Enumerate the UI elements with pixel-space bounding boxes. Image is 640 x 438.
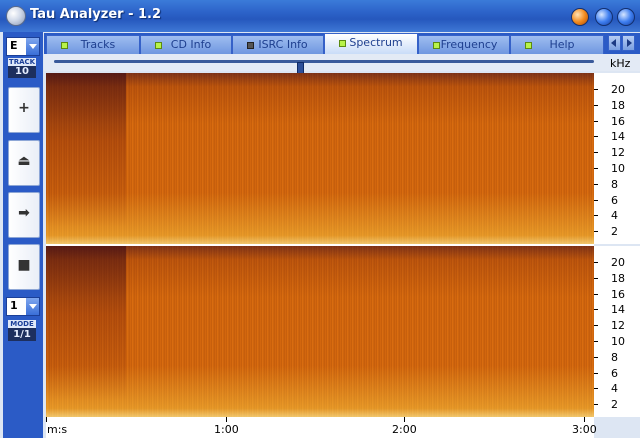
time-tick-label: 2:00 bbox=[392, 423, 417, 436]
tab-label: Tracks bbox=[80, 38, 116, 51]
frequency-tick-label: 14 bbox=[611, 130, 625, 144]
frequency-tick bbox=[594, 293, 598, 295]
frequency-tick-label: 8 bbox=[611, 350, 618, 364]
time-tick-label: m:s bbox=[47, 423, 68, 436]
eject-button[interactable]: ⏏ bbox=[8, 140, 40, 186]
time-tick bbox=[404, 417, 405, 422]
time-tick bbox=[226, 417, 227, 422]
frequency-tick bbox=[594, 388, 598, 390]
maximize-button[interactable] bbox=[595, 8, 613, 26]
frequency-tick-label: 14 bbox=[611, 303, 625, 317]
frequency-tick-label: 18 bbox=[611, 271, 625, 285]
tab-label: Help bbox=[549, 38, 575, 51]
time-axis: m:s 1:00 2:00 3:00 bbox=[46, 417, 597, 438]
frequency-axis-top: 20 18 16 14 12 10 8 6 4 2 bbox=[594, 73, 640, 244]
play-button[interactable]: ➡ bbox=[8, 192, 40, 238]
spectrogram-intro-region bbox=[46, 246, 126, 417]
mode-select-value: 1 bbox=[10, 299, 18, 312]
frequency-tick bbox=[594, 168, 598, 169]
time-tick bbox=[46, 417, 47, 422]
frequency-tick bbox=[594, 356, 598, 358]
tab-label: Spectrum bbox=[349, 36, 403, 49]
tab-strip: Tracks CD Info ISRC Info Spectrum Freque… bbox=[44, 33, 640, 54]
frequency-tick-label: 16 bbox=[611, 114, 625, 128]
chevron-down-icon[interactable] bbox=[26, 38, 39, 55]
chevron-down-icon[interactable] bbox=[26, 298, 39, 315]
frequency-tick bbox=[594, 183, 598, 185]
frequency-tick bbox=[594, 404, 598, 406]
tab-spectrum[interactable]: Spectrum bbox=[324, 33, 418, 54]
frequency-tick bbox=[594, 341, 598, 342]
frequency-tick bbox=[594, 152, 598, 154]
mode-value: 1/1 bbox=[8, 328, 36, 341]
frequency-tick-label: 10 bbox=[611, 162, 625, 175]
tab-tracks[interactable]: Tracks bbox=[46, 35, 140, 54]
frequency-tick bbox=[594, 120, 598, 122]
time-tick-label: 1:00 bbox=[214, 423, 239, 436]
eject-icon: ⏏ bbox=[17, 153, 31, 169]
drive-select[interactable]: E bbox=[6, 37, 40, 56]
title-bar: Tau Analyzer - 1.2 bbox=[0, 0, 640, 32]
frequency-tick-label: 10 bbox=[611, 335, 625, 348]
tab-scroll-right-button[interactable] bbox=[622, 35, 635, 51]
position-slider-row bbox=[44, 54, 640, 75]
tab-label: CD Info bbox=[170, 38, 212, 51]
spectrogram-intro-region bbox=[46, 73, 126, 244]
tab-isrc-info[interactable]: ISRC Info bbox=[232, 35, 324, 54]
frequency-tick bbox=[594, 309, 598, 311]
spectrogram-bottom-channel bbox=[46, 246, 594, 417]
stop-button[interactable]: ■ bbox=[8, 244, 40, 290]
arrow-right-icon: ➡ bbox=[18, 205, 30, 221]
frequency-tick bbox=[594, 277, 598, 279]
frequency-tick-label: 6 bbox=[611, 193, 618, 207]
window-title: Tau Analyzer - 1.2 bbox=[30, 7, 162, 22]
frequency-tick-label: 16 bbox=[611, 287, 625, 301]
frequency-tick bbox=[594, 231, 598, 233]
frequency-tick bbox=[594, 325, 598, 327]
frequency-tick-label: 12 bbox=[611, 319, 625, 333]
frequency-tick-label: 12 bbox=[611, 146, 625, 160]
spectrogram-top-channel bbox=[46, 73, 594, 244]
frequency-tick-label: 18 bbox=[611, 98, 625, 112]
plus-icon: + bbox=[18, 100, 30, 116]
track-label: TRACK bbox=[8, 58, 36, 66]
frequency-tick-label: 6 bbox=[611, 366, 618, 380]
frequency-tick bbox=[594, 104, 598, 106]
tab-label: ISRC Info bbox=[258, 38, 308, 51]
track-number: 10 bbox=[8, 66, 36, 78]
frequency-tick bbox=[594, 136, 598, 138]
frequency-tick bbox=[594, 89, 598, 90]
app-icon[interactable] bbox=[6, 6, 26, 26]
frequency-tick-label: 20 bbox=[611, 256, 625, 269]
time-tick-label: 3:00 bbox=[572, 423, 597, 436]
frequency-tick bbox=[594, 199, 598, 201]
frequency-tick bbox=[594, 215, 598, 217]
minimize-button[interactable] bbox=[571, 8, 589, 26]
time-tick bbox=[584, 417, 585, 422]
frequency-tick bbox=[594, 372, 598, 374]
tab-label: Frequency bbox=[440, 38, 498, 51]
position-slider-track[interactable] bbox=[54, 60, 594, 75]
tab-help[interactable]: Help bbox=[510, 35, 604, 54]
frequency-axis-bottom: 20 18 16 14 12 10 8 6 4 2 bbox=[594, 246, 640, 417]
tab-scroll-left-button[interactable] bbox=[608, 35, 621, 51]
frequency-tick-label: 8 bbox=[611, 177, 618, 191]
drive-letter: E bbox=[10, 39, 18, 52]
frequency-tick-label: 20 bbox=[611, 83, 625, 96]
frequency-tick-label: 4 bbox=[611, 209, 618, 223]
tab-frequency[interactable]: Frequency bbox=[418, 35, 510, 54]
close-button[interactable] bbox=[617, 8, 635, 26]
tab-cd-info[interactable]: CD Info bbox=[140, 35, 232, 54]
frequency-tick-label: 4 bbox=[611, 382, 618, 396]
frequency-tick bbox=[594, 262, 598, 263]
stop-icon: ■ bbox=[17, 257, 31, 273]
frequency-tick-label: 2 bbox=[611, 225, 618, 239]
mode-select[interactable]: 1 bbox=[6, 297, 40, 316]
add-button[interactable]: + bbox=[8, 87, 40, 133]
mode-label: MODE bbox=[8, 320, 36, 328]
frequency-tick-label: 2 bbox=[611, 398, 618, 412]
khz-unit-label: kHz bbox=[610, 57, 631, 70]
